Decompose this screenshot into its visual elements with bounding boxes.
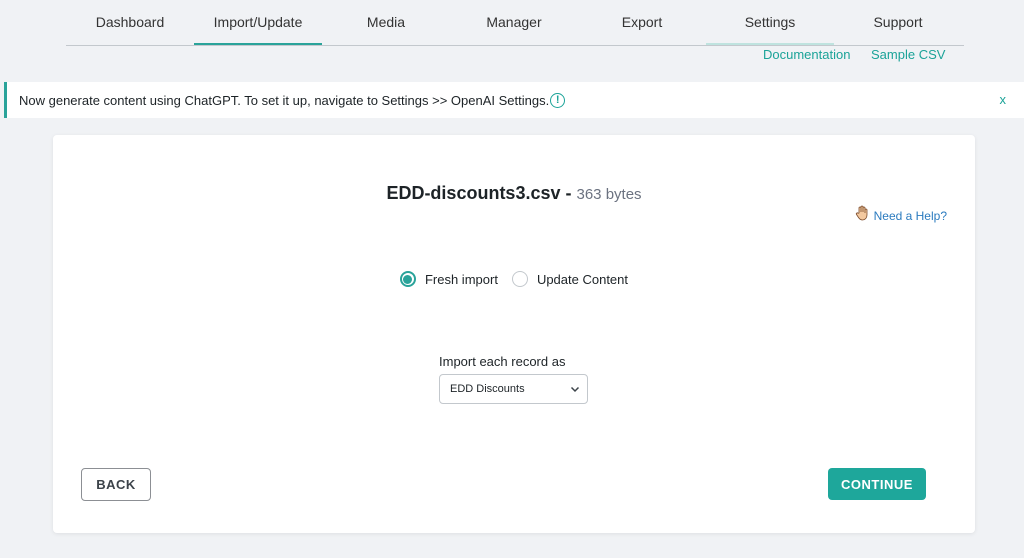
hand-icon	[855, 205, 869, 226]
import-as-select[interactable]: EDD Discounts	[439, 374, 588, 404]
tab-media[interactable]: Media	[322, 0, 450, 44]
import-card: EDD-discounts3.csv - 363 bytes Need a He…	[53, 135, 975, 533]
info-icon[interactable]: !	[550, 92, 566, 108]
notice-banner: Now generate content using ChatGPT. To s…	[4, 82, 1024, 118]
sample-csv-link[interactable]: Sample CSV	[871, 47, 945, 62]
back-button[interactable]: BACK	[81, 468, 151, 501]
continue-button[interactable]: CONTINUE	[828, 468, 926, 500]
tab-dashboard[interactable]: Dashboard	[66, 0, 194, 44]
fresh-import-option[interactable]: Fresh import	[399, 271, 498, 287]
file-heading: EDD-discounts3.csv - 363 bytes	[53, 183, 975, 204]
tab-manager[interactable]: Manager	[450, 0, 578, 44]
tab-support[interactable]: Support	[834, 0, 962, 44]
tab-settings[interactable]: Settings	[706, 0, 834, 45]
chevron-down-icon	[569, 383, 581, 398]
documentation-link[interactable]: Documentation	[763, 47, 850, 62]
top-nav: Dashboard Import/Update Media Manager Ex…	[66, 0, 964, 46]
update-content-option[interactable]: Update Content	[511, 271, 629, 287]
tab-export[interactable]: Export	[578, 0, 706, 44]
update-content-label: Update Content	[536, 271, 629, 287]
update-content-radio[interactable]	[511, 271, 528, 287]
notice-text: Now generate content using ChatGPT. To s…	[19, 92, 550, 108]
file-size: 363 bytes	[576, 186, 642, 203]
tab-import-update[interactable]: Import/Update	[194, 0, 322, 45]
help-label: Need a Help?	[873, 208, 947, 223]
file-separator: -	[560, 183, 577, 203]
notice-close-button[interactable]: x	[1000, 92, 1007, 107]
file-name: EDD-discounts3.csv	[386, 183, 561, 203]
import-as-label: Import each record as	[439, 354, 566, 369]
import-mode-group: Fresh import Update Content	[53, 271, 975, 287]
fresh-import-radio[interactable]	[399, 271, 416, 287]
import-as-value: EDD Discounts	[450, 383, 525, 395]
help-link[interactable]: Need a Help?	[855, 205, 947, 226]
fresh-import-label: Fresh import	[424, 271, 498, 287]
